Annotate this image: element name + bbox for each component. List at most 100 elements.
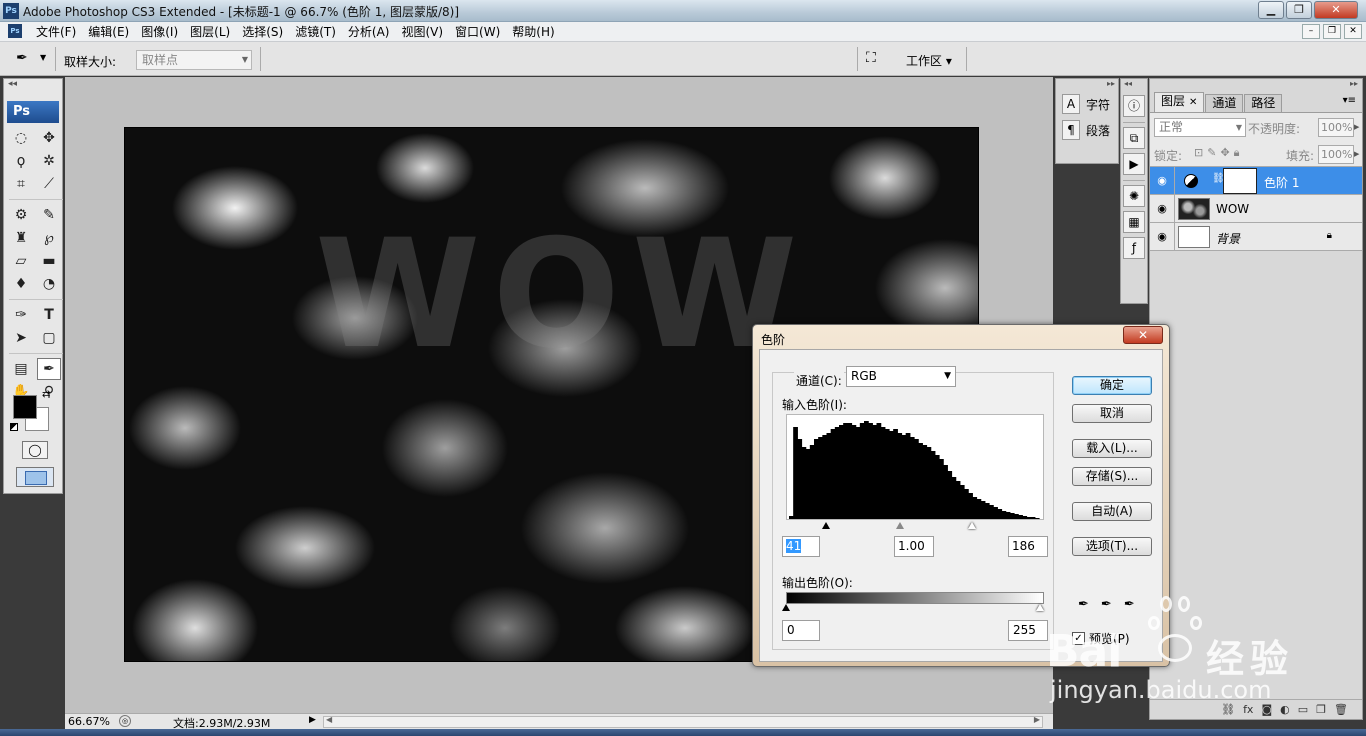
tool-preset-arrow-icon[interactable]: ▼ (40, 53, 46, 62)
blur-tool-icon[interactable]: ♦ (9, 273, 33, 295)
menu-item-7[interactable]: 视图(V) (395, 24, 449, 40)
lock-all-icon[interactable]: 🔒︎ (1234, 146, 1240, 160)
mask-link-icon[interactable]: ⛓ (1212, 173, 1225, 184)
swap-colors-icon[interactable]: ⇄ (42, 389, 50, 400)
menu-item-5[interactable]: 滤镜(T) (289, 24, 342, 40)
dodge-tool-icon[interactable]: ◔ (37, 273, 61, 295)
doc-restore-button[interactable]: ❐ (1323, 24, 1341, 39)
panel-menu-icon[interactable]: ▾≡ (1343, 95, 1356, 106)
app-menu-icon[interactable]: Ps (8, 24, 22, 38)
eyedropper-tool-icon[interactable]: ✒ (37, 358, 61, 380)
input-black-field[interactable]: 41 (782, 536, 820, 557)
visibility-eye-icon[interactable]: ◉ (1154, 201, 1170, 217)
layer-row-wow[interactable]: ◉ WOW (1150, 195, 1362, 223)
layers-panel-grip[interactable]: ▸▸ (1150, 79, 1362, 91)
cancel-button[interactable]: 取消 (1072, 404, 1152, 423)
foreground-color-swatch[interactable] (13, 395, 37, 419)
menu-item-4[interactable]: 选择(S) (236, 24, 289, 40)
menu-item-3[interactable]: 图层(L) (184, 24, 236, 40)
opacity-input[interactable]: 100% (1318, 118, 1354, 137)
input-white-slider[interactable] (968, 522, 976, 529)
fill-slider-arrow-icon[interactable]: ▶ (1354, 145, 1362, 164)
actions-icon[interactable]: ▶ (1123, 153, 1145, 175)
notes-tool-icon[interactable]: ▤ (9, 358, 33, 380)
dialog-close-button[interactable]: ✕ (1123, 326, 1163, 344)
input-gamma-field[interactable]: 1.00 (894, 536, 934, 557)
input-sliders[interactable] (786, 522, 1044, 532)
menu-item-0[interactable]: 文件(F) (30, 24, 82, 40)
channel-select[interactable]: RGB ▼ (846, 366, 956, 387)
output-white-slider[interactable] (1036, 604, 1044, 611)
layer-row-background[interactable]: ◉ 背景 🔒︎ (1150, 223, 1362, 251)
eyedropper-icon[interactable]: ✒ (16, 50, 28, 66)
layer-row-levels[interactable]: ◉ ⛓ 色阶 1 (1150, 167, 1362, 195)
layers-tab-2[interactable]: 路径 (1244, 94, 1283, 112)
output-black-field[interactable]: 0 (782, 620, 820, 641)
save-button[interactable]: 存储(S)... (1072, 467, 1152, 486)
doc-close-button[interactable]: ✕ (1344, 24, 1362, 39)
lock-pixels-icon[interactable]: ✎ (1207, 146, 1216, 160)
minimize-button[interactable]: ▁ (1258, 1, 1284, 19)
lock-position-icon[interactable]: ✥ (1220, 146, 1229, 160)
styles-icon[interactable]: ƒ (1123, 237, 1145, 259)
input-gamma-slider[interactable] (896, 522, 904, 529)
layers-tab-1[interactable]: 通道 (1205, 94, 1244, 112)
paragraph-panel-button[interactable]: ¶ 段落 (1056, 117, 1118, 143)
menu-item-1[interactable]: 编辑(E) (82, 24, 135, 40)
menu-item-6[interactable]: 分析(A) (342, 24, 396, 40)
lock-transparency-icon[interactable]: ⊡ (1194, 146, 1203, 160)
sample-size-select[interactable]: 取样点 ▼ (136, 50, 252, 70)
gradient-tool-icon[interactable]: ▬ (37, 250, 61, 272)
character-panel-button[interactable]: A 字符 (1056, 91, 1118, 117)
clone-stamp-tool-icon[interactable]: ♜ (9, 227, 33, 249)
scroll-left-icon[interactable]: ◀ (326, 715, 332, 724)
dock-grip[interactable]: ◂◂ (1121, 79, 1147, 91)
layers-tab-0[interactable]: 图层 ✕ (1154, 92, 1205, 112)
slice-tool-icon[interactable]: ⟋ (37, 173, 61, 195)
screen-mode-button[interactable] (16, 467, 54, 487)
scroll-right-icon[interactable]: ▶ (1034, 715, 1040, 724)
ok-button[interactable]: 确定 (1072, 376, 1152, 395)
maximize-button[interactable]: ❐ (1286, 1, 1312, 19)
close-button[interactable]: ✕ (1314, 1, 1358, 19)
swatches-icon[interactable]: ▦ (1123, 211, 1145, 233)
output-sliders[interactable] (782, 604, 1044, 614)
ps-badge[interactable]: Ps (7, 101, 59, 123)
auto-button[interactable]: 自动(A) (1072, 502, 1152, 521)
blend-mode-select[interactable]: 正常 ▼ (1154, 118, 1246, 137)
default-colors-icon[interactable] (10, 423, 18, 431)
bridge-icon[interactable]: ⛶ (866, 50, 876, 66)
eraser-tool-icon[interactable]: ▱ (9, 250, 33, 272)
history-brush-tool-icon[interactable]: ℘ (37, 227, 61, 249)
history-icon[interactable]: ⧉ (1123, 127, 1145, 149)
input-black-slider[interactable] (822, 522, 830, 529)
input-white-field[interactable]: 186 (1008, 536, 1048, 557)
load-button[interactable]: 载入(L)... (1072, 439, 1152, 458)
toolbox-grip[interactable]: ◂◂ (4, 79, 62, 101)
menu-item-9[interactable]: 帮助(H) (506, 24, 560, 40)
healing-brush-tool-icon[interactable]: ⚙ (9, 204, 33, 226)
visibility-eye-icon[interactable]: ◉ (1154, 229, 1170, 245)
marquee-tool-icon[interactable]: ◌ (9, 127, 33, 149)
fill-input[interactable]: 100% (1318, 145, 1354, 164)
output-black-slider[interactable] (782, 604, 790, 611)
crop-tool-icon[interactable]: ⌗ (9, 173, 33, 195)
path-selection-tool-icon[interactable]: ➤ (9, 327, 33, 349)
shape-tool-icon[interactable]: ▢ (37, 327, 61, 349)
type-tool-icon[interactable]: T (37, 304, 61, 326)
status-icon[interactable]: ◎ (119, 715, 131, 727)
dock-grip[interactable]: ▸▸ (1056, 79, 1118, 91)
layer-mask-thumbnail[interactable] (1223, 168, 1257, 194)
zoom-level[interactable]: 66.67% (68, 715, 110, 728)
move-tool-icon[interactable]: ✥ (37, 127, 61, 149)
menu-item-8[interactable]: 窗口(W) (449, 24, 506, 40)
info-icon[interactable]: ⓘ (1123, 95, 1145, 117)
output-white-field[interactable]: 255 (1008, 620, 1048, 641)
tab-close-icon[interactable]: ✕ (1189, 97, 1197, 108)
doc-minimize-button[interactable]: – (1302, 24, 1320, 39)
opacity-slider-arrow-icon[interactable]: ▶ (1354, 118, 1362, 137)
lasso-tool-icon[interactable]: ϙ (9, 150, 33, 172)
color-palette-icon[interactable]: ✺ (1123, 185, 1145, 207)
pen-tool-icon[interactable]: ✑ (9, 304, 33, 326)
status-menu-arrow-icon[interactable]: ▶ (309, 715, 316, 725)
